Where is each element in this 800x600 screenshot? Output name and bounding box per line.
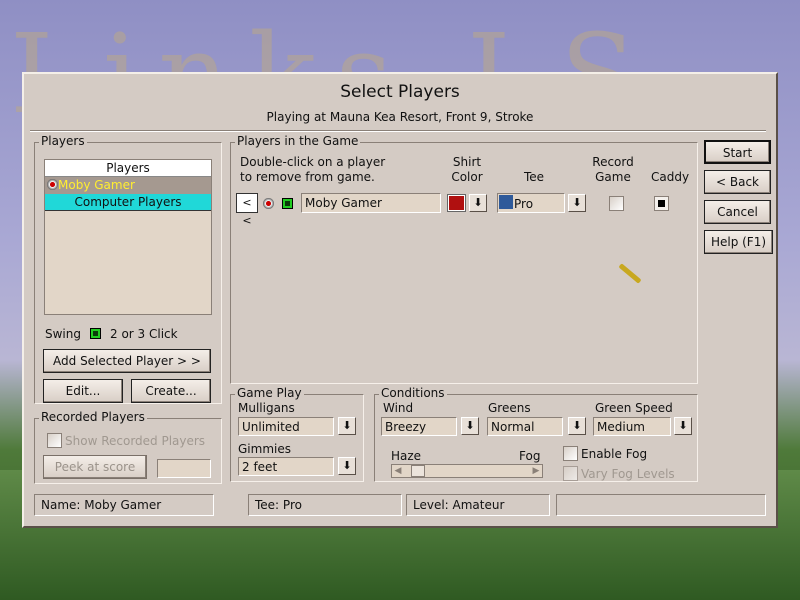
player-item-moby-gamer[interactable]: Moby Gamer [45, 177, 211, 194]
shirt-color-header: Shirt Color [449, 155, 485, 185]
green-speed-label: Green Speed [595, 401, 673, 415]
cancel-button[interactable]: Cancel [704, 200, 771, 224]
dialog-title: Select Players [340, 82, 460, 102]
shirt-color-dropdown-button[interactable]: ⬇ [469, 194, 487, 212]
player-avatar-icon [47, 179, 58, 190]
record-game-header: Record Game [591, 155, 635, 185]
status-level: Level: Amateur [406, 494, 550, 516]
greens-dropdown-button[interactable]: ⬇ [568, 417, 586, 435]
header-line: Game [595, 170, 631, 184]
conditions-group: Conditions Wind Breezy ⬇ Greens Normal ⬇… [374, 386, 698, 482]
wind-select[interactable]: Breezy [381, 417, 457, 436]
wind-label: Wind [383, 401, 414, 415]
tee-value: Pro [514, 197, 534, 211]
game-play-legend: Game Play [235, 386, 304, 400]
status-tee: Tee: Pro [248, 494, 402, 516]
show-recorded-label: Show Recorded Players [65, 434, 206, 448]
players-list-header: Players [45, 160, 211, 177]
record-game-checkbox[interactable] [609, 196, 624, 211]
help-button[interactable]: Help (F1) [704, 230, 773, 254]
caddy-checkbox[interactable] [654, 196, 669, 211]
conditions-legend: Conditions [379, 386, 447, 400]
add-selected-player-button[interactable]: Add Selected Player > > [43, 349, 211, 373]
instruction-line: Double-click on a player [240, 155, 386, 169]
back-button[interactable]: < Back [704, 170, 771, 194]
caddy-header: Caddy [651, 170, 690, 184]
swing-type-icon [282, 198, 293, 209]
slider-right-arrow-icon[interactable]: ▶ [530, 465, 542, 477]
slider-thumb[interactable] [411, 465, 426, 477]
player-name-field: Moby Gamer [301, 193, 441, 213]
players-in-game-group: Players in the Game Double-click on a pl… [230, 134, 698, 384]
players-in-game-legend: Players in the Game [235, 134, 361, 148]
haze-fog-slider[interactable]: ◀ ▶ [391, 464, 543, 478]
shirt-color-swatch [447, 194, 466, 212]
remove-player-button[interactable]: < < [236, 193, 258, 227]
players-legend: Players [39, 134, 87, 148]
game-play-group: Game Play Mulligans Unlimited ⬇ Gimmies … [230, 386, 364, 482]
gimmies-select[interactable]: 2 feet [238, 457, 334, 476]
status-extra [556, 494, 766, 516]
create-player-button[interactable]: Create... [131, 379, 211, 403]
start-button[interactable]: Start [704, 140, 771, 164]
greens-label: Greens [488, 401, 531, 415]
peek-at-score-button[interactable]: Peek at score [43, 455, 147, 479]
tee-header: Tee [524, 170, 545, 184]
mulligans-dropdown-button[interactable]: ⬇ [338, 417, 356, 435]
enable-fog-checkbox[interactable] [563, 446, 578, 461]
recorded-players-group: Recorded Players Show Recorded Players P… [34, 410, 222, 484]
tee-select[interactable]: Pro [497, 193, 565, 213]
header-line: Color [451, 170, 483, 184]
status-name: Name: Moby Gamer [34, 494, 214, 516]
gimmies-label: Gimmies [238, 442, 291, 456]
swing-label: Swing [45, 327, 81, 341]
gimmies-dropdown-button[interactable]: ⬇ [338, 457, 356, 475]
player-item-computer-players[interactable]: Computer Players [45, 194, 211, 211]
course-subtitle: Playing at Mauna Kea Resort, Front 9, St… [266, 110, 534, 124]
golf-tee-cursor-icon [618, 263, 642, 284]
mulligans-label: Mulligans [238, 401, 295, 415]
peek-score-field [157, 459, 211, 478]
enable-fog-label: Enable Fog [581, 447, 648, 461]
players-list[interactable]: Players Moby Gamer Computer Players [44, 159, 212, 315]
vary-fog-label: Vary Fog Levels [581, 467, 675, 481]
edit-player-button[interactable]: Edit... [43, 379, 123, 403]
tee-dropdown-button[interactable]: ⬇ [568, 194, 586, 212]
header-line: Shirt [452, 155, 482, 169]
players-group: Players Players Moby Gamer Computer Play… [34, 134, 222, 404]
show-recorded-checkbox[interactable] [47, 433, 62, 448]
instruction-line: to remove from game. [240, 170, 375, 184]
mulligans-select[interactable]: Unlimited [238, 417, 334, 436]
fog-label: Fog [519, 449, 541, 463]
vary-fog-checkbox[interactable] [563, 466, 578, 481]
haze-label: Haze [391, 449, 422, 463]
player-item-label: Moby Gamer [58, 178, 135, 192]
select-players-dialog: Select Players Playing at Mauna Kea Reso… [22, 72, 778, 528]
remove-instruction: Double-click on a player to remove from g… [240, 155, 385, 185]
swing-value: 2 or 3 Click [110, 327, 178, 341]
divider [30, 130, 766, 132]
slider-left-arrow-icon[interactable]: ◀ [392, 465, 404, 477]
green-speed-select[interactable]: Medium [593, 417, 671, 436]
tee-color-swatch [499, 195, 513, 209]
header-line: Record [592, 155, 634, 169]
player-avatar-icon [263, 198, 274, 209]
swing-type-icon [90, 328, 101, 339]
wind-dropdown-button[interactable]: ⬇ [461, 417, 479, 435]
recorded-players-legend: Recorded Players [39, 410, 147, 424]
green-speed-dropdown-button[interactable]: ⬇ [674, 417, 692, 435]
greens-select[interactable]: Normal [487, 417, 563, 436]
